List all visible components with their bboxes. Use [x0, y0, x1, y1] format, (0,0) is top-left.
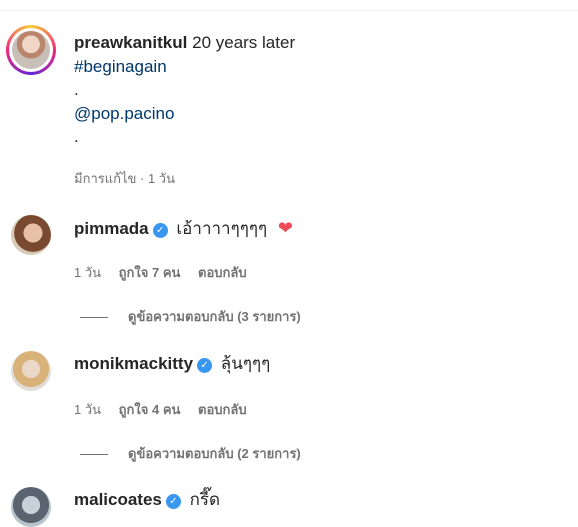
comment-text: เอ้าาาาๆๆๆๆ: [176, 219, 268, 238]
view-replies-line: [80, 454, 108, 456]
view-replies-line: [80, 317, 108, 319]
caption-text: 20 years later: [192, 33, 296, 52]
post-meta: มีการแก้ไข · 1 วัน: [74, 171, 175, 186]
comment-time: 1 วัน: [74, 265, 102, 280]
caption-dot: .: [74, 127, 79, 146]
comment-avatar[interactable]: [11, 487, 51, 527]
top-divider: [0, 10, 578, 11]
reply-button[interactable]: ตอบกลับ: [198, 265, 247, 280]
verified-badge-icon: ✓: [152, 223, 168, 238]
mention-link[interactable]: @pop.pacino: [74, 103, 174, 125]
comment-username[interactable]: monikmackitty: [74, 354, 193, 373]
comment-actions: 1 วัน ถูกใจ 7 คน ตอบกลับ: [74, 262, 261, 283]
comment-likes-button[interactable]: ถูกใจ 7 คน: [119, 265, 181, 280]
comment-line: pimmada ✓ เอ้าาาาๆๆๆๆ ❤: [74, 217, 293, 240]
reply-button[interactable]: ตอบกลับ: [198, 402, 247, 417]
view-replies-label: ดูข้อความตอบกลับ (3 รายการ): [128, 309, 301, 324]
view-replies-button[interactable]: ดูข้อความตอบกลับ (3 รายการ): [80, 306, 301, 327]
caption-line: preawkanitkul 20 years later: [74, 32, 295, 54]
verified-badge-icon: ✓: [165, 494, 181, 509]
comment-text: ลุ้นๆๆๆ: [220, 354, 271, 373]
post-username[interactable]: preawkanitkul: [74, 33, 187, 52]
comment-username[interactable]: pimmada: [74, 219, 149, 238]
comment-actions: 1 วัน ถูกใจ 4 คน ตอบกลับ: [74, 399, 261, 420]
comment-avatar[interactable]: [11, 351, 51, 391]
view-replies-label: ดูข้อความตอบกลับ (2 รายการ): [128, 446, 301, 461]
hashtag-link[interactable]: #beginagain: [74, 56, 167, 78]
comment-avatar[interactable]: [11, 215, 51, 255]
comment-line: monikmackitty ✓ ลุ้นๆๆๆ: [74, 353, 270, 375]
verified-badge-icon: ✓: [197, 358, 213, 373]
view-replies-button[interactable]: ดูข้อความตอบกลับ (2 รายการ): [80, 443, 301, 464]
comment-time: 1 วัน: [74, 402, 102, 417]
heart-icon: ❤: [277, 218, 293, 238]
caption-dot: .: [74, 80, 79, 99]
comment-likes-button[interactable]: ถูกใจ 4 คน: [119, 402, 181, 417]
post-author-avatar[interactable]: [6, 25, 56, 75]
comment-line: malicoates ✓ กรี๊ด: [74, 489, 220, 511]
comment-text: กรี๊ด: [189, 490, 221, 509]
comment-username[interactable]: malicoates: [74, 490, 162, 509]
avatar-photo: [12, 31, 50, 69]
